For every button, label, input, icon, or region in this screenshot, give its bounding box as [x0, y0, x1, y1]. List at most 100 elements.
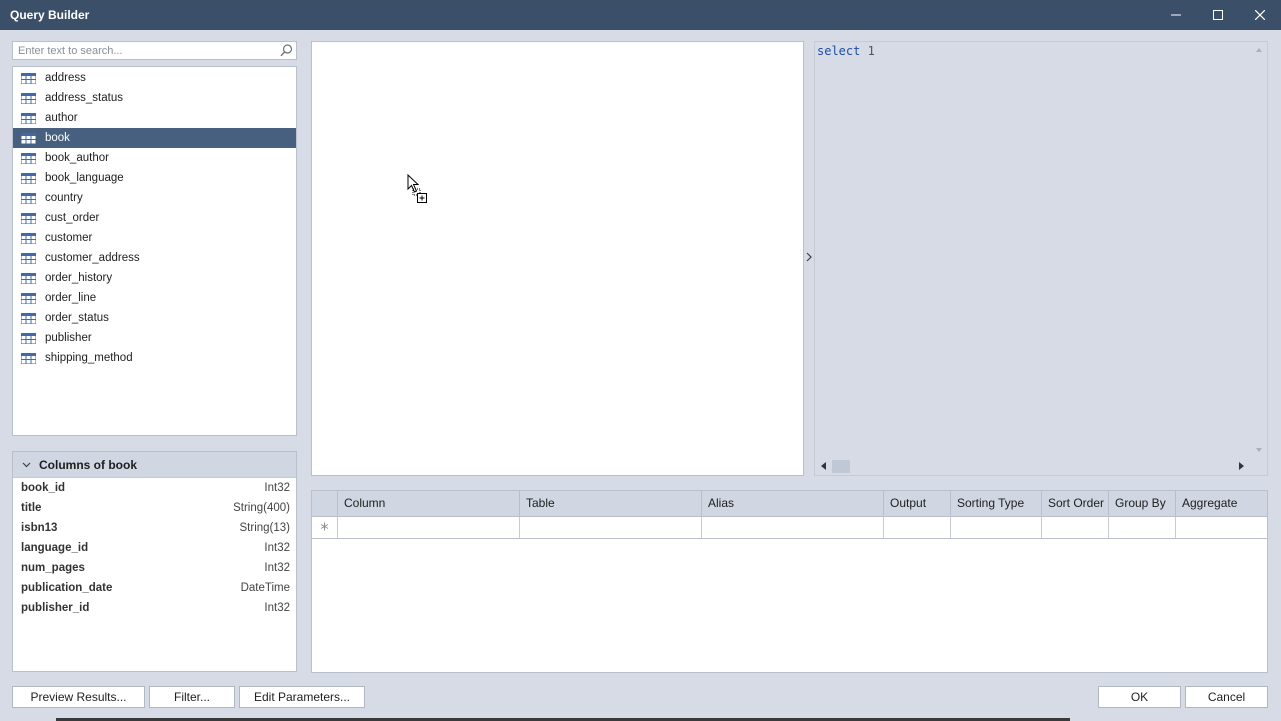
- table-list-item[interactable]: customer: [13, 228, 296, 248]
- edit-parameters-button[interactable]: Edit Parameters...: [239, 686, 365, 708]
- column-row[interactable]: language_id Int32: [13, 538, 296, 558]
- table-name: country: [45, 192, 83, 204]
- table-icon: [21, 332, 36, 344]
- grid-column-header[interactable]: Sorting Type: [950, 491, 1041, 516]
- table-icon: [21, 292, 36, 304]
- maximize-icon: [1213, 10, 1223, 20]
- table-list-item[interactable]: customer_address: [13, 248, 296, 268]
- scroll-right-icon[interactable]: [1238, 462, 1244, 470]
- scrollbar-thumb[interactable]: [832, 460, 850, 473]
- column-row[interactable]: book_id Int32: [13, 478, 296, 498]
- grid-cell[interactable]: [519, 517, 701, 538]
- table-icon: [21, 132, 36, 144]
- grid-cell[interactable]: [950, 517, 1041, 538]
- table-name: author: [45, 112, 78, 124]
- table-list-item[interactable]: order_line: [13, 288, 296, 308]
- column-row[interactable]: publication_date DateTime: [13, 578, 296, 598]
- table-name: order_line: [45, 292, 97, 304]
- grid-column-header[interactable]: Output: [883, 491, 950, 516]
- table-list-item[interactable]: publisher: [13, 328, 296, 348]
- table-list-item[interactable]: order_status: [13, 308, 296, 328]
- chevron-right-icon[interactable]: [805, 252, 813, 262]
- scroll-down-icon[interactable]: [1255, 447, 1263, 453]
- table-name: address_status: [45, 92, 123, 104]
- column-name: publisher_id: [21, 602, 90, 614]
- horizontal-scrollbar[interactable]: [815, 458, 1267, 475]
- grid-cell[interactable]: [701, 517, 883, 538]
- drag-copy-cursor-icon: [407, 174, 427, 203]
- table-list-item[interactable]: book: [13, 128, 296, 148]
- grid-cell[interactable]: [1108, 517, 1175, 538]
- column-row[interactable]: publisher_id Int32: [13, 598, 296, 618]
- table-list: address address_statusauthor book book_auth…: [12, 66, 297, 436]
- sql-keyword: select: [817, 44, 861, 58]
- sql-editor[interactable]: select 1: [814, 41, 1268, 476]
- table-icon: [21, 272, 36, 284]
- minimize-button[interactable]: [1155, 0, 1197, 30]
- column-row[interactable]: num_pages Int32: [13, 558, 296, 578]
- ok-button[interactable]: OK: [1098, 686, 1181, 708]
- search-icon[interactable]: [280, 44, 293, 57]
- sql-value: 1: [867, 44, 875, 58]
- column-name: isbn13: [21, 522, 58, 534]
- grid-cell[interactable]: [337, 517, 519, 538]
- columns-list: book_id Int32 title String(400) isbn13 String…: [13, 478, 296, 618]
- table-icon: [21, 72, 36, 84]
- table-icon: [21, 92, 36, 104]
- table-list-item[interactable]: cust_order: [13, 208, 296, 228]
- table-name: book_language: [45, 172, 124, 184]
- scroll-left-icon[interactable]: [821, 462, 827, 470]
- column-type: Int32: [264, 602, 290, 614]
- table-list-item[interactable]: book_author: [13, 148, 296, 168]
- table-name: address: [45, 72, 86, 84]
- table-name: customer: [45, 232, 93, 244]
- table-list-item[interactable]: author: [13, 108, 296, 128]
- table-icon: [21, 252, 36, 264]
- table-icon: [21, 152, 36, 164]
- table-list-item[interactable]: country: [13, 188, 296, 208]
- query-design-canvas[interactable]: [311, 41, 804, 476]
- grid-column-header[interactable]: Sort Order: [1041, 491, 1108, 516]
- preview-results-button[interactable]: Preview Results...: [12, 686, 145, 708]
- scroll-up-icon[interactable]: [1255, 47, 1263, 53]
- table-icon: [21, 212, 36, 224]
- grid-cell[interactable]: [1041, 517, 1108, 538]
- table-list-item[interactable]: address: [13, 68, 296, 88]
- table-list-item[interactable]: book_language: [13, 168, 296, 188]
- table-list-item[interactable]: address_status: [13, 88, 296, 108]
- table-icon: [21, 352, 36, 364]
- maximize-button[interactable]: [1197, 0, 1239, 30]
- search-input[interactable]: [13, 42, 275, 59]
- table-icon: [21, 112, 36, 124]
- grid-column-header[interactable]: Column: [337, 491, 519, 516]
- grid-column-header[interactable]: Table: [519, 491, 701, 516]
- column-type: Int32: [264, 482, 290, 494]
- grid-column-header[interactable]: Alias: [701, 491, 883, 516]
- close-button[interactable]: [1239, 0, 1281, 30]
- table-name: book: [45, 132, 70, 144]
- grid-cell[interactable]: [1175, 517, 1267, 538]
- column-name: book_id: [21, 482, 66, 494]
- table-list-item[interactable]: shipping_method: [13, 348, 296, 368]
- column-row[interactable]: title String(400): [13, 498, 296, 518]
- grid-column-header[interactable]: Group By: [1108, 491, 1175, 516]
- column-row[interactable]: isbn13 String(13): [13, 518, 296, 538]
- cancel-button[interactable]: Cancel: [1185, 686, 1268, 708]
- grid-cell[interactable]: [883, 517, 950, 538]
- column-type: Int32: [264, 562, 290, 574]
- grid-new-row[interactable]: [312, 517, 1267, 539]
- sql-text[interactable]: select 1: [817, 44, 875, 58]
- column-name: language_id: [21, 542, 89, 554]
- chevron-down-icon[interactable]: [22, 462, 31, 468]
- grid-column-header[interactable]: Aggregate: [1175, 491, 1267, 516]
- column-name: title: [21, 502, 42, 514]
- table-name: shipping_method: [45, 352, 133, 364]
- table-icon: [21, 172, 36, 184]
- minimize-icon: [1171, 14, 1181, 16]
- filter-button[interactable]: Filter...: [149, 686, 235, 708]
- table-icon: [21, 312, 36, 324]
- table-list-item[interactable]: order_history: [13, 268, 296, 288]
- table-name: book_author: [45, 152, 109, 164]
- column-type: String(13): [239, 522, 291, 534]
- columns-panel-header[interactable]: Columns of book: [13, 452, 296, 478]
